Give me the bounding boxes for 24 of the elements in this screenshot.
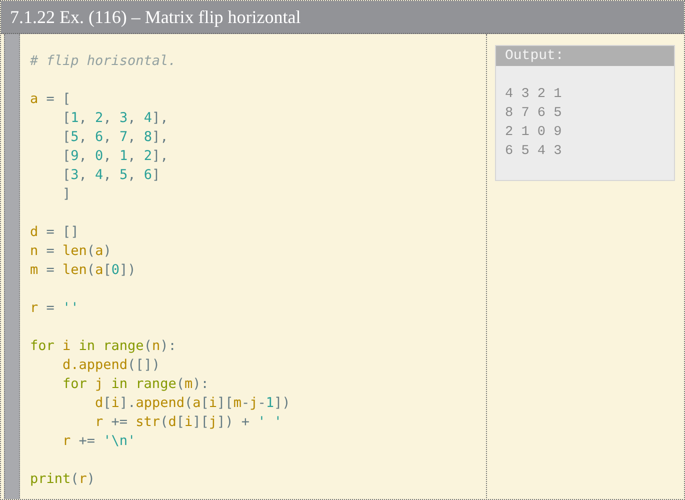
code-line: [3, 4, 5, 6] [62, 167, 160, 183]
code-line: for j in range(m): [62, 376, 209, 392]
code-line: r += '\n' [62, 433, 136, 449]
output-header: Output: [496, 46, 674, 66]
code-line: # flip horisontal. [30, 53, 176, 69]
code-line: d[i].append(a[i][m-j-1]) [94, 395, 290, 411]
code-line: for i in range(n): [30, 338, 176, 354]
code-line: d = [] [30, 224, 79, 240]
code-line: m = len(a[0]) [30, 262, 136, 278]
code-line: r = '' [30, 300, 79, 316]
output-line: 6 5 4 3 [505, 144, 562, 159]
output-line: 2 1 0 9 [505, 125, 562, 140]
output-line: 8 7 6 5 [505, 106, 562, 121]
code-line: r += str(d[i][j]) + ' ' [94, 414, 282, 430]
output-line: 4 3 2 1 [505, 87, 562, 102]
exercise-title: 7.1.22 Ex. (116) – Matrix flip horizontal [10, 6, 301, 28]
code-line: print(r) [30, 471, 96, 487]
code-line: [1, 2, 3, 4], [62, 110, 168, 126]
code-line: a = [ [30, 91, 71, 107]
code-line: [5, 6, 7, 8], [62, 129, 168, 145]
code-line: [9, 0, 1, 2], [62, 148, 168, 164]
code-line: n = len(a) [30, 243, 112, 259]
code-line: d.append([]) [62, 357, 160, 373]
code-line: ] [62, 186, 71, 202]
